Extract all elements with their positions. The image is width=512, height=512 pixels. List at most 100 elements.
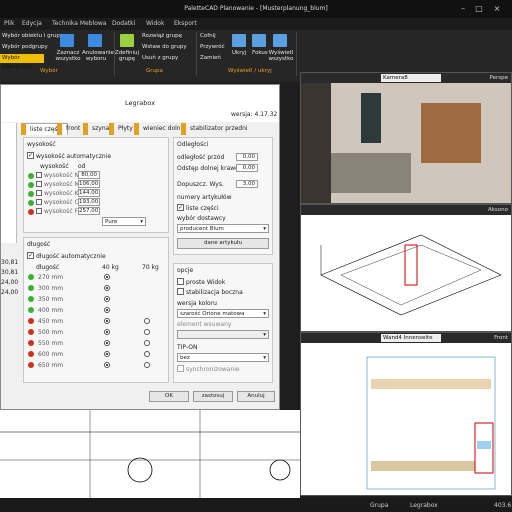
- radio-40kg[interactable]: [104, 362, 110, 368]
- camera-select[interactable]: Wand4 Innenseite: [381, 334, 441, 342]
- color-version-select[interactable]: szarość Orione matowa: [177, 309, 269, 318]
- menu-view[interactable]: Widok: [146, 20, 164, 27]
- length-row-label: 270 mm: [38, 274, 64, 281]
- allowed-height-label: Dopuszcz. Wys.: [177, 181, 224, 188]
- tab-front-stabilizer[interactable]: stabilizator przedni: [181, 123, 252, 135]
- legrabox-dialog: Legrabox wersja: 4.17.32 30,81 30,81 24,…: [0, 84, 280, 410]
- color-select[interactable]: Pure: [102, 217, 146, 226]
- tipon-select[interactable]: bez: [177, 353, 269, 362]
- tab-panels[interactable]: Płyty: [109, 123, 137, 135]
- define-group-button[interactable]: Zdefiniuj grupę: [114, 50, 140, 62]
- front-drawing: [366, 356, 496, 490]
- allowed-height-input[interactable]: 3,00: [236, 180, 258, 188]
- menu-furniture[interactable]: Technika Meblowa: [52, 20, 106, 27]
- length-row-label: 450 mm: [38, 318, 64, 325]
- auto-length-checkbox[interactable]: ✓: [27, 252, 34, 259]
- length-row-label: 600 mm: [38, 351, 64, 358]
- radio-70kg[interactable]: [144, 329, 150, 335]
- close-icon[interactable]: ×: [492, 4, 502, 13]
- status-led-icon: [28, 307, 34, 313]
- plan-view[interactable]: [0, 410, 300, 498]
- cancel-button[interactable]: Anuluj: [237, 391, 275, 402]
- supplier-label: wybór dostawcy: [177, 215, 226, 222]
- ungroup-button[interactable]: Rozwiąż grupę: [142, 33, 182, 39]
- focus-button[interactable]: Fokus: [252, 50, 268, 56]
- height-row-input[interactable]: 106,00: [78, 180, 100, 188]
- maximize-icon[interactable]: □: [474, 4, 484, 13]
- sync-checkbox[interactable]: [177, 365, 184, 372]
- radio-40kg[interactable]: [104, 329, 110, 335]
- radio-70kg[interactable]: [144, 318, 150, 324]
- article-numbers-label: numery artykułów: [177, 194, 232, 201]
- camera-select[interactable]: Kamera8: [381, 74, 441, 82]
- dist-front-input[interactable]: 0,00: [236, 153, 258, 161]
- radio-70kg[interactable]: [144, 351, 150, 357]
- preview-panel: [1, 123, 17, 243]
- focus-icon[interactable]: [252, 34, 266, 47]
- show-all-icon[interactable]: [273, 34, 287, 47]
- height-row-input[interactable]: 144,00: [78, 189, 100, 197]
- insert-group-button[interactable]: Wstaw do grupy: [142, 44, 187, 50]
- tab-front[interactable]: front: [57, 123, 84, 135]
- redo-button[interactable]: Przywróć: [200, 44, 225, 50]
- viewport-front[interactable]: Wand4 Innenseite Front: [300, 332, 512, 496]
- remove-group-button[interactable]: Usuń z grupy: [142, 55, 178, 61]
- radio-70kg[interactable]: [144, 340, 150, 346]
- hide-icon[interactable]: [232, 34, 246, 47]
- radio-40kg[interactable]: [104, 274, 110, 280]
- side-stab-checkbox[interactable]: [177, 288, 184, 295]
- height-row-checkbox[interactable]: [36, 172, 42, 178]
- radio-40kg[interactable]: [104, 307, 110, 313]
- undo-button[interactable]: Cofnij: [200, 33, 216, 39]
- distances-title: Odległości: [177, 141, 209, 148]
- axonometric-drawing: [320, 234, 502, 316]
- menu-extras[interactable]: Dodatki: [112, 20, 135, 27]
- height-row-input[interactable]: 80,00: [78, 171, 100, 179]
- parts-list-checkbox[interactable]: ✓: [177, 204, 184, 211]
- left-value-3: 24,00: [1, 279, 19, 286]
- viewport-axonometric[interactable]: Aksono: [300, 204, 512, 332]
- define-group-icon[interactable]: [120, 34, 134, 47]
- radio-40kg[interactable]: [104, 318, 110, 324]
- sync-label: synchronizowanie: [186, 366, 240, 373]
- height-row-checkbox[interactable]: [36, 199, 42, 205]
- straight-view-checkbox[interactable]: [177, 278, 184, 285]
- select-all-icon[interactable]: [60, 34, 74, 47]
- ok-button[interactable]: OK: [149, 391, 189, 402]
- menu-export[interactable]: Eksport: [174, 20, 197, 27]
- status-led-icon: [28, 318, 34, 324]
- radio-40kg[interactable]: [104, 351, 110, 357]
- apply-button[interactable]: zastosuj: [193, 391, 233, 402]
- select-subgroup[interactable]: Wybór podgrupy: [2, 44, 48, 50]
- show-all-button[interactable]: Wyświetl wszystko: [268, 50, 294, 62]
- swap-button[interactable]: Zamień: [200, 55, 221, 61]
- radio-40kg[interactable]: [104, 285, 110, 291]
- article-data-button[interactable]: dane artykułu: [177, 238, 269, 249]
- cancel-select-icon[interactable]: [88, 34, 102, 47]
- window-title: PaletteCAD Planowanie - [Musterplanung_b…: [184, 5, 328, 12]
- od-col-header: od: [78, 163, 86, 170]
- hide-button[interactable]: Ukryj: [232, 50, 246, 56]
- radio-40kg[interactable]: [104, 340, 110, 346]
- minimize-icon[interactable]: –: [458, 4, 468, 13]
- cancel-select-button[interactable]: Anulowanie wyboru: [82, 50, 114, 62]
- supplier-select[interactable]: producent Blum: [177, 224, 269, 233]
- height-row-input[interactable]: 257,00: [78, 207, 100, 215]
- menu-edit[interactable]: Edycja: [22, 20, 42, 27]
- auto-height-checkbox[interactable]: ✓: [27, 152, 34, 159]
- height-row-checkbox[interactable]: [36, 208, 42, 214]
- status-led-icon: [28, 274, 34, 280]
- height-row-label: wysokość C: [44, 199, 79, 206]
- select-single[interactable]: Wybór pojedynczy: [0, 54, 44, 70]
- menu-file[interactable]: Plik: [4, 20, 14, 27]
- insert-element-select[interactable]: [177, 330, 269, 339]
- viewport-perspective[interactable]: Kamera8 Perspe: [300, 72, 512, 204]
- select-all-button[interactable]: Zaznacz wszystko: [54, 50, 82, 62]
- dist-bottom-input[interactable]: 0,00: [236, 164, 258, 172]
- height-row-checkbox[interactable]: [36, 190, 42, 196]
- select-object-group[interactable]: Wybór obiektu i grupy: [2, 33, 63, 39]
- height-row-input[interactable]: 193,00: [78, 198, 100, 206]
- height-row-checkbox[interactable]: [36, 181, 42, 187]
- radio-40kg[interactable]: [104, 296, 110, 302]
- radio-70kg[interactable]: [144, 362, 150, 368]
